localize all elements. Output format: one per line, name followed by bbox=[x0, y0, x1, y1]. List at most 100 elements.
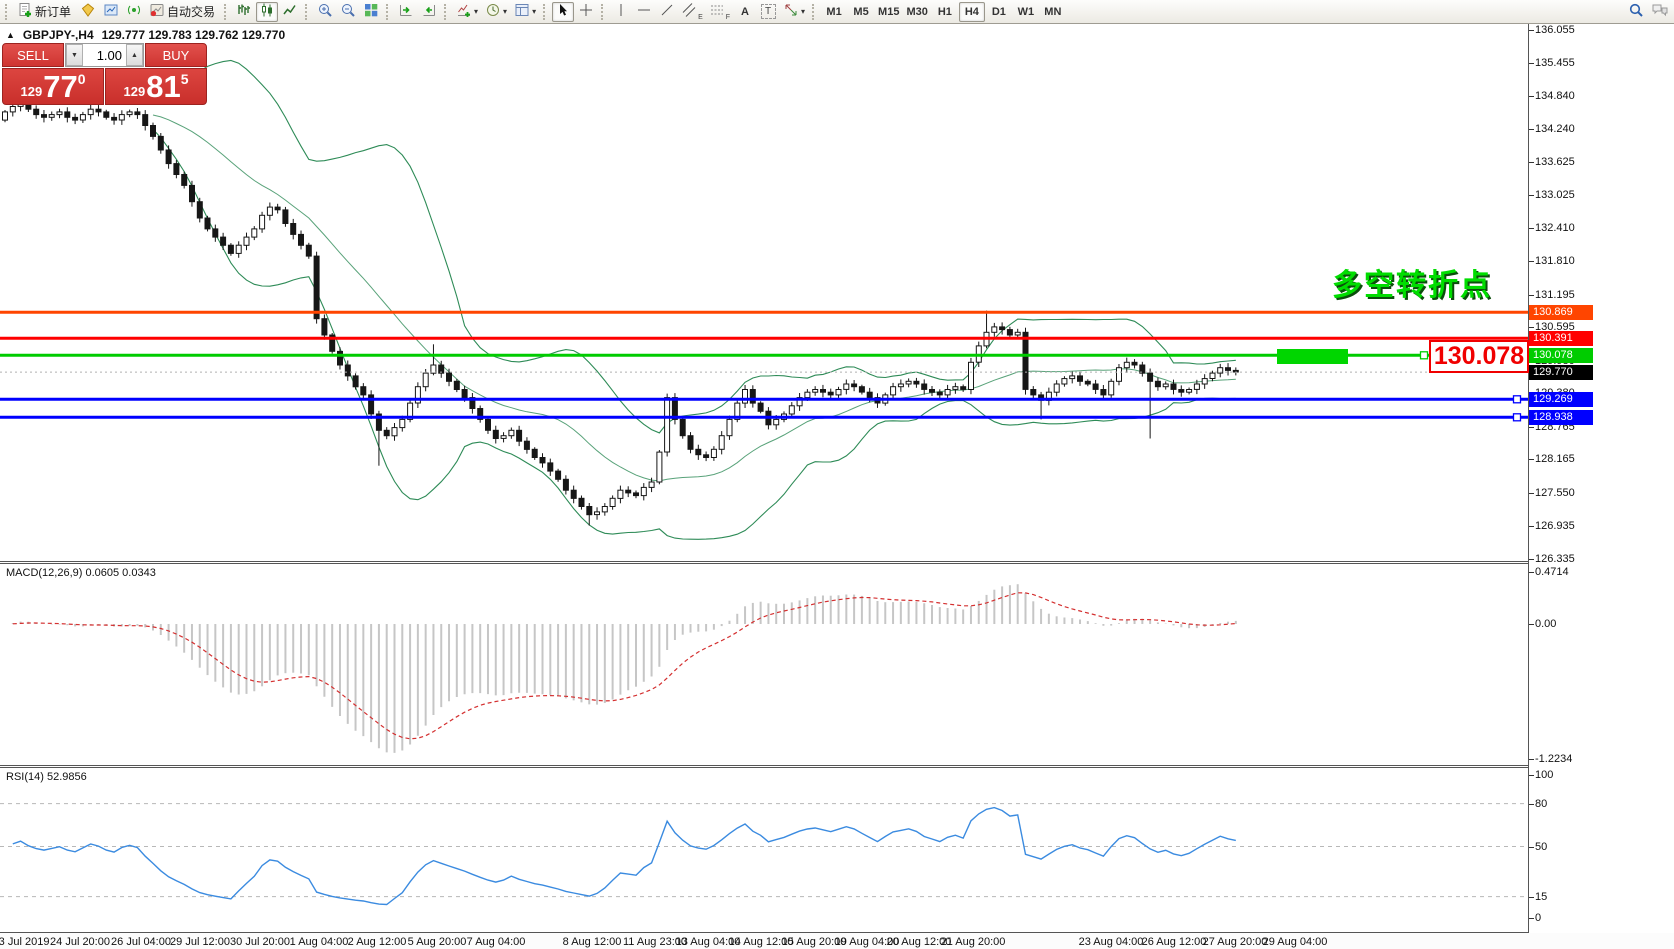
line-chart-button[interactable] bbox=[279, 2, 301, 22]
auto-scroll-button[interactable] bbox=[395, 2, 417, 22]
volume-decrease-button[interactable]: ▼ bbox=[66, 44, 83, 66]
arrows-button[interactable]: ▾ bbox=[780, 2, 808, 22]
autotrading-icon bbox=[149, 2, 165, 21]
price-tick: 128.165 bbox=[1535, 453, 1575, 465]
chat-button[interactable] bbox=[1648, 2, 1672, 22]
toolbar-grip bbox=[224, 4, 229, 20]
rsi-chart[interactable] bbox=[0, 768, 1528, 932]
chart-shift-button[interactable] bbox=[418, 2, 440, 22]
timeframe-buttons: M1M5M15M30H1H4D1W1MN bbox=[821, 2, 1066, 22]
timeframe-M30-button[interactable]: M30 bbox=[903, 2, 930, 22]
search-button[interactable] bbox=[1625, 2, 1647, 22]
time-axis-label: 29 Aug 04:00 bbox=[1263, 936, 1328, 948]
buy-price[interactable]: 129 81 5 bbox=[105, 68, 207, 105]
terminal-icon bbox=[103, 2, 119, 21]
autotrading-button[interactable]: 自动交易 bbox=[146, 2, 220, 22]
new-order-icon bbox=[17, 2, 33, 21]
toolbar-grip bbox=[386, 4, 391, 20]
crosshair-button[interactable] bbox=[575, 2, 597, 22]
buy-price-figure: 129 bbox=[124, 84, 146, 99]
indicators-icon bbox=[456, 2, 472, 21]
pane-separator[interactable] bbox=[0, 765, 1674, 766]
macd-chart[interactable] bbox=[0, 564, 1528, 765]
tile-windows-icon bbox=[363, 2, 379, 21]
text-label-icon: T bbox=[761, 4, 776, 19]
fibonacci-button[interactable]: F bbox=[707, 2, 733, 22]
timeframe-M15-button[interactable]: M15 bbox=[875, 2, 902, 22]
collapse-panel-icon[interactable]: ▲ bbox=[6, 30, 15, 40]
profile-button[interactable] bbox=[77, 2, 99, 22]
timeframe-MN-button[interactable]: MN bbox=[1040, 2, 1066, 22]
zoom-in-button[interactable] bbox=[314, 2, 336, 22]
timeframe-H1-button[interactable]: H1 bbox=[932, 2, 958, 22]
price-tick: 131.195 bbox=[1535, 289, 1575, 301]
candlestick-chart-button[interactable] bbox=[256, 2, 278, 22]
price-callout-box: 130.078 bbox=[1429, 340, 1529, 373]
main-toolbar: 新订单 自动交易 bbox=[0, 0, 1674, 24]
auto-scroll-icon bbox=[398, 2, 414, 21]
timeframe-M5-button[interactable]: M5 bbox=[848, 2, 874, 22]
timeframe-H4-button[interactable]: H4 bbox=[959, 2, 985, 22]
rsi-tick: 80 bbox=[1535, 798, 1547, 810]
signals-button[interactable] bbox=[123, 2, 145, 22]
time-axis-label: 24 Jul 20:00 bbox=[50, 936, 110, 948]
horizontal-line-button[interactable] bbox=[633, 2, 655, 22]
time-axis-label: 26 Jul 04:00 bbox=[111, 936, 171, 948]
time-axis-label: 30 Jul 20:00 bbox=[230, 936, 290, 948]
one-click-trading-panel: SELL ▼ ▲ BUY 129 77 0 129 81 5 bbox=[2, 43, 207, 105]
sell-button[interactable]: SELL bbox=[2, 43, 64, 67]
buy-button[interactable]: BUY bbox=[145, 43, 207, 67]
macd-label: MACD(12,26,9) 0.0605 0.0343 bbox=[6, 567, 156, 579]
price-tick: 135.455 bbox=[1535, 57, 1575, 69]
volume-input[interactable] bbox=[83, 44, 126, 66]
highlight-rectangle[interactable] bbox=[1277, 349, 1348, 364]
text-label-button[interactable]: T bbox=[757, 2, 779, 22]
periods-button[interactable]: ▾ bbox=[482, 2, 510, 22]
text-icon: A bbox=[741, 6, 749, 18]
templates-button[interactable]: ▾ bbox=[511, 2, 539, 22]
price-tick: 133.025 bbox=[1535, 189, 1575, 201]
time-axis-label: 26 Aug 12:00 bbox=[1142, 936, 1207, 948]
time-axis-label: 1 Aug 04:00 bbox=[290, 936, 349, 948]
bar-chart-button[interactable] bbox=[233, 2, 255, 22]
terminal-button[interactable] bbox=[100, 2, 122, 22]
volume-spinner: ▼ ▲ bbox=[65, 43, 144, 67]
cursor-button[interactable] bbox=[552, 2, 574, 22]
time-axis-label: 7 Aug 04:00 bbox=[467, 936, 526, 948]
volume-increase-button[interactable]: ▲ bbox=[126, 44, 143, 66]
indicators-button[interactable]: ▾ bbox=[453, 2, 481, 22]
rsi-tick: 100 bbox=[1535, 769, 1553, 781]
mt4-terminal: 新订单 自动交易 bbox=[0, 0, 1674, 949]
chat-icon bbox=[1651, 2, 1669, 21]
zoom-out-icon bbox=[340, 2, 356, 21]
toolbar-grip bbox=[812, 4, 817, 20]
tile-windows-button[interactable] bbox=[360, 2, 382, 22]
rsi-tick: 0 bbox=[1535, 912, 1541, 924]
price-tick: 127.550 bbox=[1535, 487, 1575, 499]
new-order-button[interactable]: 新订单 bbox=[14, 2, 76, 22]
price-tick: 136.055 bbox=[1535, 24, 1575, 36]
timeframe-M1-button[interactable]: M1 bbox=[821, 2, 847, 22]
channel-button[interactable]: E bbox=[679, 2, 706, 22]
timeframe-W1-button[interactable]: W1 bbox=[1013, 2, 1039, 22]
symbol-ohlc: 129.777 129.783 129.762 129.770 bbox=[102, 28, 286, 42]
signals-icon bbox=[126, 2, 142, 21]
zoom-out-button[interactable] bbox=[337, 2, 359, 22]
buy-price-point: 5 bbox=[181, 71, 189, 87]
text-button[interactable]: A bbox=[734, 2, 756, 22]
line-price-label: 129.770 bbox=[1529, 365, 1593, 380]
timeframe-D1-button[interactable]: D1 bbox=[986, 2, 1012, 22]
sell-price[interactable]: 129 77 0 bbox=[2, 68, 104, 105]
buy-price-pips: 81 bbox=[146, 72, 180, 102]
trendline-button[interactable] bbox=[656, 2, 678, 22]
price-tick: 126.335 bbox=[1535, 553, 1575, 565]
candlestick-chart[interactable] bbox=[0, 24, 1528, 561]
line-price-label: 128.938 bbox=[1529, 410, 1593, 425]
fibonacci-letter: F bbox=[726, 14, 730, 21]
pane-separator[interactable] bbox=[0, 561, 1674, 562]
vertical-line-button[interactable] bbox=[610, 2, 632, 22]
time-axis-label: 8 Aug 12:00 bbox=[563, 936, 622, 948]
toolbar-grip bbox=[5, 4, 10, 20]
time-axis-label: 2 Aug 12:00 bbox=[348, 936, 407, 948]
fibonacci-icon bbox=[710, 2, 724, 21]
